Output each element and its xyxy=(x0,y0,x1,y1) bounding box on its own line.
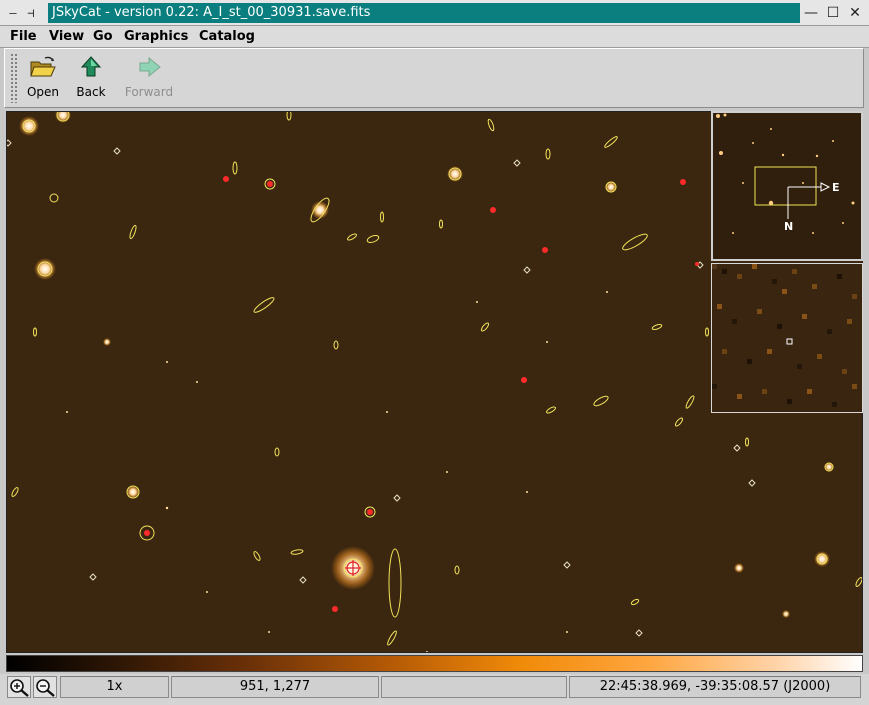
window-menu-icon[interactable]: — xyxy=(4,4,22,22)
forward-label: Forward xyxy=(124,85,174,99)
back-label: Back xyxy=(76,85,106,99)
magnifier-view xyxy=(711,263,863,413)
zoom-out-button[interactable] xyxy=(33,676,57,698)
pin-icon[interactable]: ⊣ xyxy=(22,4,40,22)
zoom-out-icon xyxy=(36,679,55,697)
zoom-in-button[interactable] xyxy=(7,676,31,698)
back-arrow-icon xyxy=(80,56,102,77)
colormap-bar[interactable] xyxy=(6,655,863,672)
menu-catalog[interactable]: Catalog xyxy=(199,28,255,46)
zoom-in-icon xyxy=(10,679,29,697)
close-button[interactable]: ✕ xyxy=(844,3,866,23)
zoom-level: 1x xyxy=(60,676,169,698)
compass-east-label: E xyxy=(832,181,840,194)
magnified-pixels xyxy=(712,264,862,412)
forward-button[interactable]: Forward xyxy=(121,55,177,105)
title-bar: — ⊣ JSkyCat - version 0.22: A_I_st_00_309… xyxy=(0,0,869,26)
window-title: JSkyCat - version 0.22: A_I_st_00_30931.… xyxy=(48,3,800,23)
pixel-value xyxy=(381,676,567,698)
maximize-button[interactable]: ☐ xyxy=(822,3,844,23)
minimize-button[interactable]: — xyxy=(800,3,822,23)
compass-north-label: N xyxy=(784,220,794,233)
world-coordinates: 22:45:38.969, -39:35:08.57 (J2000) xyxy=(569,676,861,698)
window-menu-controls[interactable]: — ⊣ xyxy=(4,4,48,22)
menu-file[interactable]: File xyxy=(10,28,37,46)
toolbar-grip-handle[interactable] xyxy=(10,53,18,103)
open-button[interactable]: Open xyxy=(19,55,67,105)
forward-arrow-icon xyxy=(139,56,161,78)
menu-graphics[interactable]: Graphics xyxy=(124,28,188,46)
menu-go[interactable]: Go xyxy=(93,28,113,46)
status-bar: 1x 951, 1,277 22:45:38.969, -39:35:08.57… xyxy=(0,674,869,705)
toolbar: Open Back Forward xyxy=(4,48,864,108)
menu-view[interactable]: View xyxy=(49,28,84,46)
pixel-coordinates: 951, 1,277 xyxy=(171,676,379,698)
back-button[interactable]: Back xyxy=(67,55,115,105)
panner-view[interactable]: E N xyxy=(711,111,863,261)
open-label: Open xyxy=(26,85,60,99)
menu-bar: File View Go Graphics Catalog xyxy=(0,26,869,48)
open-folder-icon xyxy=(30,56,56,77)
